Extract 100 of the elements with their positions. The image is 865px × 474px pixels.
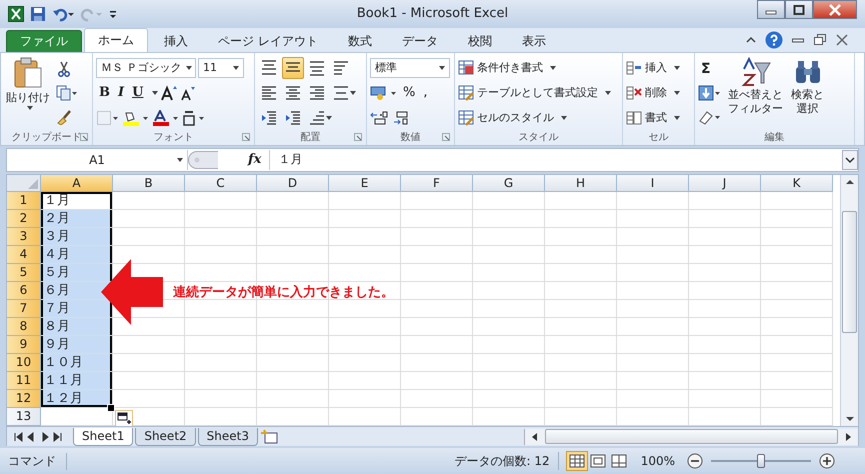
column-header[interactable]: H xyxy=(545,174,617,192)
column-header[interactable]: F xyxy=(401,174,473,192)
font-style-button[interactable]: B xyxy=(96,85,113,100)
ribbon-tab[interactable]: データ xyxy=(388,30,452,52)
row-header[interactable]: 13 xyxy=(7,408,41,426)
ribbon-tab[interactable]: ページ レイアウト xyxy=(204,30,332,52)
excel-logo-icon[interactable] xyxy=(8,6,24,22)
shrink-font-icon[interactable] xyxy=(180,84,196,101)
insert-function-button[interactable]: fx xyxy=(218,152,270,168)
row-header[interactable]: 9 xyxy=(7,336,41,354)
zoom-slider-thumb[interactable] xyxy=(757,454,765,468)
maximize-button[interactable] xyxy=(785,0,813,19)
fill-color-icon[interactable] xyxy=(122,110,150,126)
page-break-view-icon[interactable] xyxy=(608,452,629,470)
column-header[interactable]: G xyxy=(473,174,545,192)
dialog-launcher-icon[interactable] xyxy=(354,133,362,142)
number-format-button[interactable]: % xyxy=(400,85,418,100)
paintbrush-icon[interactable] xyxy=(56,108,72,125)
sheet-tab[interactable]: Sheet2 xyxy=(135,428,196,446)
cells-menu-button[interactable]: 削除 xyxy=(626,82,691,104)
column-header[interactable]: D xyxy=(257,174,329,192)
eraser-icon[interactable] xyxy=(698,108,722,125)
column-header[interactable]: E xyxy=(329,174,401,192)
row-header[interactable]: 6 xyxy=(7,282,41,300)
ribbon-tab[interactable]: 数式 xyxy=(334,30,386,52)
sort-filter-button[interactable]: 並べ替えと フィルター xyxy=(726,56,785,130)
font-style-button[interactable]: I xyxy=(115,85,128,100)
ribbon-tab[interactable]: ホーム xyxy=(84,28,148,52)
dialog-launcher-icon[interactable] xyxy=(80,133,88,142)
dialog-launcher-icon[interactable] xyxy=(442,133,450,142)
vertical-scrollbar[interactable] xyxy=(840,174,858,426)
fill-down-icon[interactable] xyxy=(698,84,722,101)
row-header[interactable]: 7 xyxy=(7,300,41,318)
sheet-tab[interactable]: Sheet3 xyxy=(198,428,258,446)
row-header[interactable]: 4 xyxy=(7,246,41,264)
delete-cells-icon xyxy=(626,84,642,101)
page-layout-view-icon[interactable] xyxy=(588,452,608,470)
style-menu-button[interactable]: セルのスタイル xyxy=(458,106,619,129)
style-menu-button[interactable]: テーブルとして書式設定 xyxy=(458,82,619,104)
close-button[interactable] xyxy=(813,0,857,19)
font-style-button[interactable]: U xyxy=(129,85,146,100)
restore-icon[interactable] xyxy=(813,34,827,46)
row-header[interactable]: 5 xyxy=(7,264,41,282)
cells-menu-button[interactable]: 書式 xyxy=(626,106,691,129)
zoom-level[interactable]: 100% xyxy=(636,454,679,468)
row-header[interactable]: 11 xyxy=(7,372,41,390)
help-icon[interactable] xyxy=(765,30,783,49)
count-summary: データの個数: 12 xyxy=(454,452,550,470)
horizontal-scrollbar[interactable] xyxy=(524,428,858,445)
caret-icon xyxy=(350,90,356,95)
ribbon-tab[interactable]: 挿入 xyxy=(150,30,202,52)
row-header[interactable]: 8 xyxy=(7,318,41,336)
fill-handle[interactable] xyxy=(107,404,115,412)
increase-indent-icon xyxy=(285,110,301,126)
paste-button[interactable]: 貼り付け xyxy=(4,56,52,130)
expand-formula-bar-icon[interactable] xyxy=(842,150,858,170)
number-format-button[interactable]: , xyxy=(420,85,430,100)
normal-view-icon[interactable] xyxy=(566,452,587,470)
scissors-icon[interactable] xyxy=(56,60,72,77)
cells-menu-button[interactable]: 挿入 xyxy=(626,56,691,79)
row-header[interactable]: 3 xyxy=(7,228,41,246)
font-color-icon[interactable] xyxy=(152,110,180,126)
close-icon[interactable] xyxy=(835,34,849,46)
column-header[interactable]: A xyxy=(41,174,113,192)
zoom-out-icon[interactable] xyxy=(687,453,703,470)
copy-icon[interactable] xyxy=(56,84,78,101)
scrollbar-thumb[interactable] xyxy=(545,429,838,444)
caret-icon xyxy=(674,66,680,70)
column-header[interactable]: B xyxy=(113,174,185,192)
caret-icon xyxy=(177,158,183,162)
ribbon-tab[interactable]: 表示 xyxy=(508,30,560,52)
table-cell: １２月 xyxy=(41,390,112,407)
scrollbar-thumb[interactable] xyxy=(842,210,857,333)
ribbon-tab[interactable]: ファイル xyxy=(6,30,82,52)
zoom-in-icon[interactable] xyxy=(819,453,835,470)
font-name-dropdown[interactable]: ＭＳ Ｐゴシック xyxy=(96,58,196,78)
save-icon[interactable] xyxy=(30,6,46,22)
alignment-button[interactable] xyxy=(282,56,304,79)
row-header[interactable]: 1 xyxy=(7,192,41,210)
group-label: クリップボード xyxy=(12,130,82,144)
number-format-dropdown[interactable]: 標準 xyxy=(370,58,450,78)
ribbon-tab[interactable]: 校閲 xyxy=(454,30,506,52)
column-header[interactable]: I xyxy=(617,174,689,192)
currency-icon[interactable] xyxy=(370,84,398,101)
autosum-button[interactable]: Σ xyxy=(698,60,714,77)
column-header[interactable]: J xyxy=(689,174,761,192)
auto-fill-options-icon[interactable] xyxy=(115,410,133,426)
row-header[interactable]: 12 xyxy=(7,390,41,408)
increase-decimal-icon[interactable] xyxy=(370,110,390,126)
find-select-button[interactable]: 検索と 選択 xyxy=(789,56,826,130)
font-size-dropdown[interactable]: 11 xyxy=(198,58,244,78)
grow-font-icon[interactable] xyxy=(160,84,178,101)
dialog-launcher-icon[interactable] xyxy=(242,133,250,142)
row-header[interactable]: 10 xyxy=(7,354,41,372)
minimize-button[interactable] xyxy=(757,0,785,19)
row-header[interactable]: 2 xyxy=(7,210,41,228)
phonetic-guide-icon[interactable] xyxy=(182,110,206,126)
column-header[interactable]: K xyxy=(761,174,833,192)
column-header[interactable]: C xyxy=(185,174,257,192)
style-menu-button[interactable]: 条件付き書式 xyxy=(458,56,619,79)
